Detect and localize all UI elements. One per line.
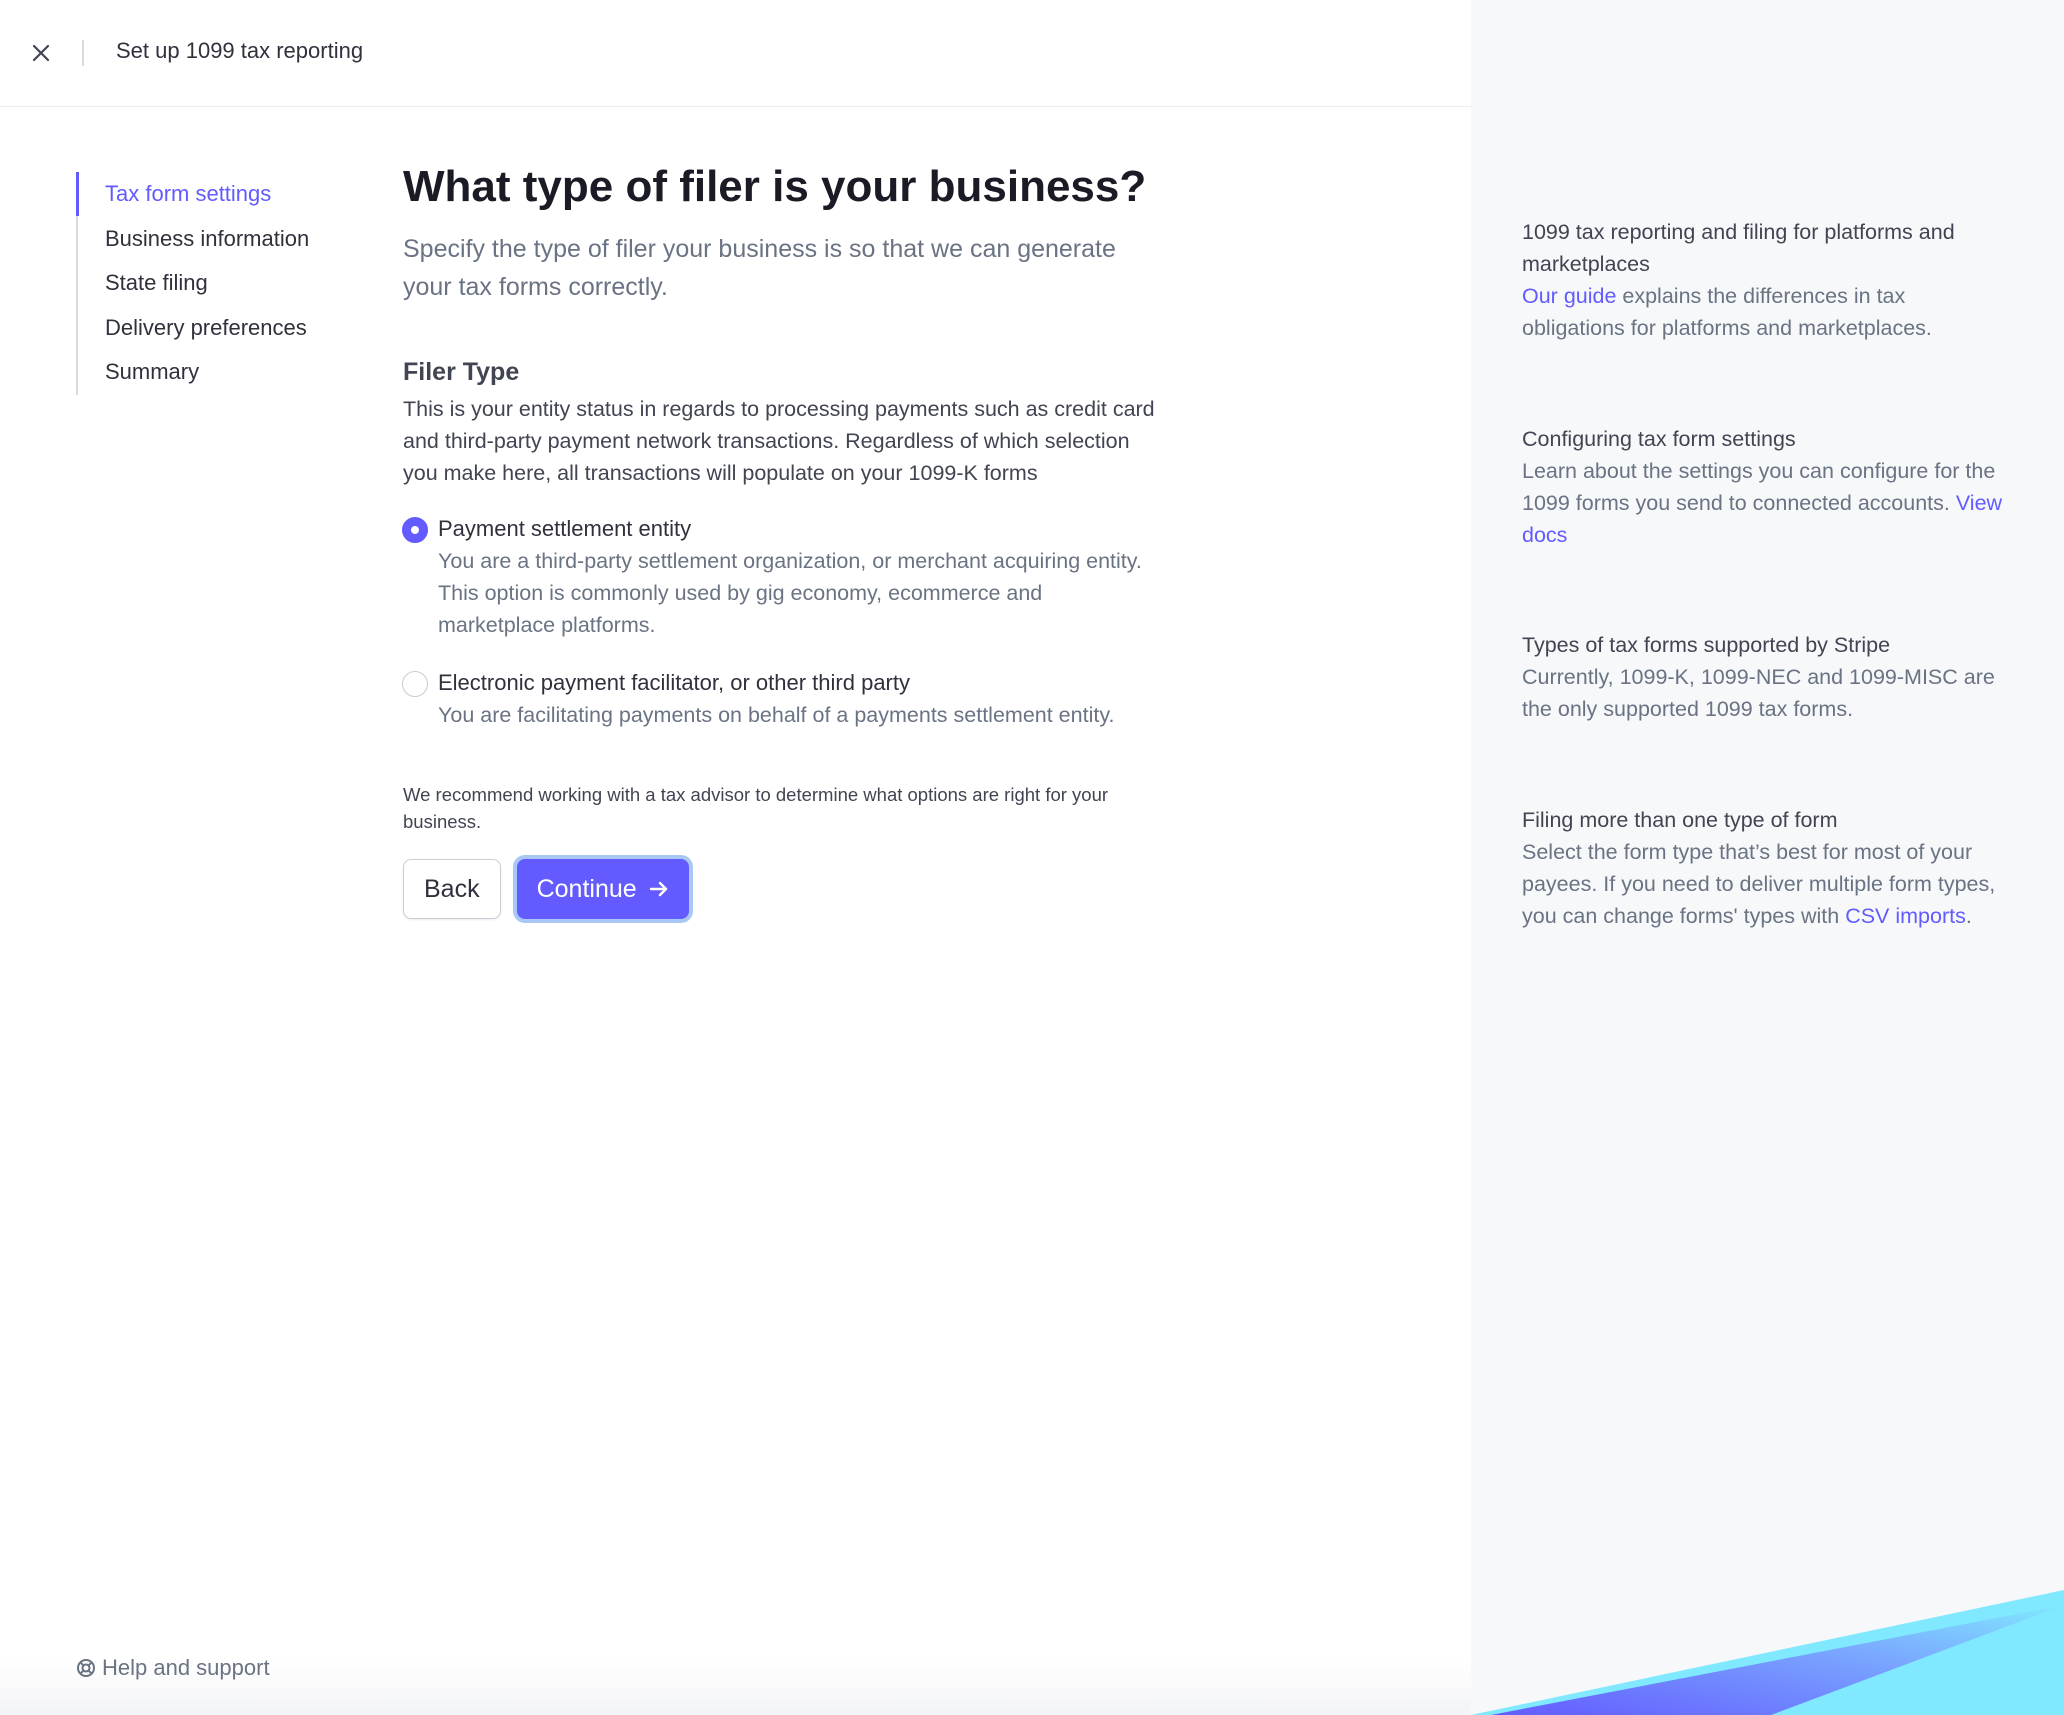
continue-label: Continue [536,875,637,903]
aside-title: 1099 tax reporting and filing for platfo… [1522,220,1955,276]
radio-label: Payment settlement entity [438,516,692,541]
radio-electronic-payment-facilitator[interactable]: Electronic payment facilitator, or other… [402,667,1163,731]
aside-text-tail: . [1965,904,1972,928]
continue-button[interactable]: Continue [516,859,689,919]
step-navigation: Tax form settings Business information S… [76,172,376,395]
step-summary[interactable]: Summary [78,350,376,395]
aside-configuring-settings: Configuring tax form settings Learn abou… [1522,423,2012,551]
radio-button-unselected[interactable] [402,671,428,697]
filer-type-description: This is your entity status in regards to… [403,397,1155,485]
help-label: Help and support [102,1655,270,1680]
help-and-support-link[interactable]: Help and support [76,1655,270,1681]
radio-description: You are a third-party settlement organiz… [438,549,1142,637]
main-content: What type of filer is your business? Spe… [402,160,1163,919]
close-button[interactable] [24,36,58,70]
topbar-divider [82,40,84,66]
radio-label: Electronic payment facilitator, or other… [438,670,910,695]
active-step-indicator [76,172,79,216]
filer-type-heading: Filer Type [403,358,520,386]
tax-advisor-note: We recommend working with a tax advisor … [403,784,1109,832]
aside-body: Select the form type that’s best for mos… [1522,836,2012,932]
aside-platforms-guide: 1099 tax reporting and filing for platfo… [1522,216,2012,344]
filer-type-radio-group: Payment settlement entity You are a thir… [402,513,1163,731]
decorative-gradient-stripes [1471,1590,2064,1715]
csv-imports-link[interactable]: CSV imports [1845,904,1966,928]
aside-text: Learn about the settings you can configu… [1522,459,1996,515]
close-icon [32,44,50,62]
step-state-filing[interactable]: State filing [78,261,376,306]
aside-title: Configuring tax form settings [1522,427,1796,451]
help-sidebar: 1099 tax reporting and filing for platfo… [1471,0,2064,1715]
radio-payment-settlement-entity[interactable]: Payment settlement entity You are a thir… [402,513,1163,641]
step-delivery-preferences[interactable]: Delivery preferences [78,306,376,351]
lifebuoy-icon [77,1659,95,1677]
back-button[interactable]: Back [403,859,501,919]
step-tax-form-settings[interactable]: Tax form settings [78,172,376,217]
aside-title: Filing more than one type of form [1522,808,1838,832]
page-subtitle: Specify the type of filer your business … [403,235,1116,301]
aside-multiple-forms: Filing more than one type of form Select… [1522,804,2012,932]
radio-button-selected[interactable] [402,517,428,543]
radio-description: You are facilitating payments on behalf … [438,703,1115,727]
page-title: What type of filer is your business? [403,162,1147,211]
our-guide-link[interactable]: Our guide [1522,284,1616,308]
main-pane: Set up 1099 tax reporting Tax form setti… [0,0,1471,1715]
top-bar: Set up 1099 tax reporting [0,0,1471,107]
aside-supported-forms: Types of tax forms supported by Stripe C… [1522,629,2012,725]
aside-body: Our guide explains the differences in ta… [1522,280,2012,344]
aside-body: Currently, 1099-K, 1099-NEC and 1099-MIS… [1522,665,1995,721]
arrow-right-icon [649,881,667,897]
page-header-title: Set up 1099 tax reporting [116,38,364,63]
aside-body: Learn about the settings you can configu… [1522,455,2012,551]
form-actions: Back Continue [403,859,1163,919]
step-business-information[interactable]: Business information [78,217,376,262]
aside-title: Types of tax forms supported by Stripe [1522,633,1891,657]
